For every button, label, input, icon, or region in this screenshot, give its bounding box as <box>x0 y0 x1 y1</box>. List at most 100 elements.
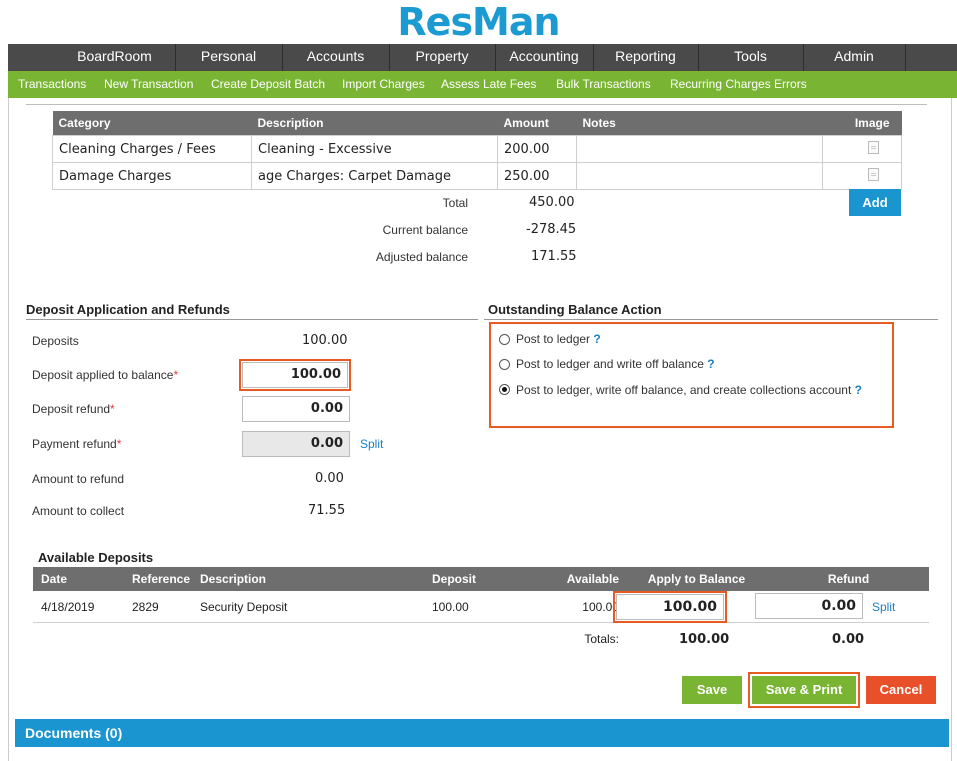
col-description: Description <box>251 111 498 136</box>
amount-to-refund-value: 0.00 <box>315 471 344 486</box>
nav-admin[interactable]: Admin <box>803 44 906 71</box>
option-label: Post to ledger, write off balance, and c… <box>516 383 852 397</box>
totals-row: Totals: <box>33 623 929 655</box>
required-mark: * <box>173 368 179 382</box>
header: ResMan <box>0 0 957 44</box>
nav-boardroom[interactable]: BoardRoom <box>54 44 176 71</box>
col-apply-to-balance: Apply to Balance <box>625 567 768 591</box>
nav-reporting[interactable]: Reporting <box>593 44 699 71</box>
nav-personal[interactable]: Personal <box>175 44 283 71</box>
amount-to-collect-label: Amount to collect <box>32 504 125 518</box>
cancel-button[interactable]: Cancel <box>866 676 936 704</box>
deposits-value: 100.00 <box>302 333 348 348</box>
deposit-available: 100.00 <box>514 591 625 623</box>
deposit-split-link[interactable]: Split <box>872 600 895 614</box>
required-mark: * <box>110 402 115 416</box>
total-apply-value: 100.00 <box>679 632 730 647</box>
subnav-transactions[interactable]: Transactions <box>18 71 86 98</box>
deposit-refund-label: Deposit refund* <box>32 402 115 416</box>
charge-description: age Charges: Carpet Damage <box>251 162 498 190</box>
nav-tools[interactable]: Tools <box>698 44 804 71</box>
deposit-description: Security Deposit <box>200 591 432 623</box>
subnav-create-deposit-batch[interactable]: Create Deposit Batch <box>211 71 325 98</box>
main-nav: BoardRoom Personal Accounts Property Acc… <box>8 44 957 71</box>
help-icon[interactable]: ? <box>707 357 714 371</box>
charges-table: Category Description Amount Notes Image … <box>52 111 902 190</box>
charges-header-row: Category Description Amount Notes Image <box>52 111 902 136</box>
save-button[interactable]: Save <box>682 676 742 704</box>
option-post-write-off-collections[interactable]: Post to ledger, write off balance, and c… <box>516 383 862 397</box>
charge-image <box>822 135 902 163</box>
col-deposit: Deposit <box>432 567 514 591</box>
totals-label: Totals: <box>584 631 619 646</box>
total-label: Total <box>442 196 468 210</box>
document-icon[interactable] <box>868 140 879 154</box>
required-mark: * <box>116 437 122 451</box>
radio-post-write-off[interactable] <box>499 359 510 370</box>
subnav-assess-late-fees[interactable]: Assess Late Fees <box>441 71 536 98</box>
sub-nav: Transactions New Transaction Create Depo… <box>8 71 957 98</box>
help-icon[interactable]: ? <box>593 332 600 346</box>
nav-property[interactable]: Property <box>389 44 496 71</box>
total-refund-value: 0.00 <box>832 632 865 647</box>
table-row: Damage Charges age Charges: Carpet Damag… <box>52 162 902 190</box>
amount-to-collect-value: 71.55 <box>308 503 346 518</box>
highlight-box <box>613 591 727 623</box>
highlight-box <box>239 359 351 391</box>
nav-accounts[interactable]: Accounts <box>282 44 390 71</box>
subnav-new-transaction[interactable]: New Transaction <box>104 71 193 98</box>
deposit-amount: 100.00 <box>432 591 514 623</box>
deposit-application-title: Deposit Application and Refunds <box>26 302 230 317</box>
col-available: Available <box>514 567 625 591</box>
option-post-write-off[interactable]: Post to ledger and write off balance ? <box>516 357 715 371</box>
option-post-to-ledger[interactable]: Post to ledger ? <box>516 332 601 346</box>
charge-notes <box>576 162 823 190</box>
deposit-reference: 2829 <box>132 591 200 623</box>
section-divider <box>26 104 927 105</box>
outstanding-balance-title: Outstanding Balance Action <box>488 302 662 317</box>
content-panel <box>8 98 952 761</box>
charge-image <box>822 162 902 190</box>
subnav-recurring-charges-errors[interactable]: Recurring Charges Errors <box>670 71 807 98</box>
table-row: Cleaning Charges / Fees Cleaning - Exces… <box>52 135 902 163</box>
payment-refund-split-link[interactable]: Split <box>360 437 383 451</box>
document-icon[interactable] <box>868 167 879 181</box>
col-description: Description <box>200 567 432 591</box>
charge-amount: 250.00 <box>497 162 577 190</box>
subnav-bulk-transactions[interactable]: Bulk Transactions <box>556 71 651 98</box>
nav-accounting[interactable]: Accounting <box>495 44 594 71</box>
option-label: Post to ledger and write off balance <box>516 357 704 371</box>
highlight-box <box>748 672 860 708</box>
section-divider <box>484 319 938 320</box>
option-label: Post to ledger <box>516 332 591 346</box>
payment-refund-input[interactable]: 0.00 <box>242 431 350 457</box>
resman-logo[interactable]: ResMan <box>0 2 957 42</box>
deposit-refund-amount-input[interactable]: 0.00 <box>755 593 863 619</box>
add-charge-button[interactable]: Add <box>849 189 901 216</box>
amount-to-refund-label: Amount to refund <box>32 472 125 486</box>
deposit-refund-input[interactable]: 0.00 <box>242 396 350 422</box>
documents-panel-header[interactable]: Documents (0) <box>15 719 949 747</box>
col-notes: Notes <box>576 111 823 136</box>
charge-category: Cleaning Charges / Fees <box>52 135 252 163</box>
radio-post-to-ledger[interactable] <box>499 334 510 345</box>
col-reference: Reference <box>132 567 200 591</box>
deposits-header-row: Date Reference Description Deposit Avail… <box>33 567 929 591</box>
deposit-date: 4/18/2019 <box>33 591 132 623</box>
total-value: 450.00 <box>529 195 575 210</box>
deposit-refund-label-text: Deposit refund <box>32 402 111 416</box>
radio-post-write-off-collections[interactable] <box>499 384 510 395</box>
col-refund: Refund <box>768 567 929 591</box>
deposit-applied-label-text: Deposit applied to balance <box>32 368 174 382</box>
current-balance-label: Current balance <box>382 223 468 237</box>
deposit-applied-label: Deposit applied to balance* <box>32 368 178 382</box>
col-image: Image <box>822 111 902 136</box>
available-deposits-title: Available Deposits <box>38 550 154 565</box>
deposits-label: Deposits <box>32 334 79 348</box>
charge-amount: 200.00 <box>497 135 577 163</box>
section-divider <box>26 319 478 320</box>
col-category: Category <box>52 111 252 136</box>
col-amount: Amount <box>497 111 577 136</box>
subnav-import-charges[interactable]: Import Charges <box>342 71 425 98</box>
help-icon[interactable]: ? <box>855 383 862 397</box>
